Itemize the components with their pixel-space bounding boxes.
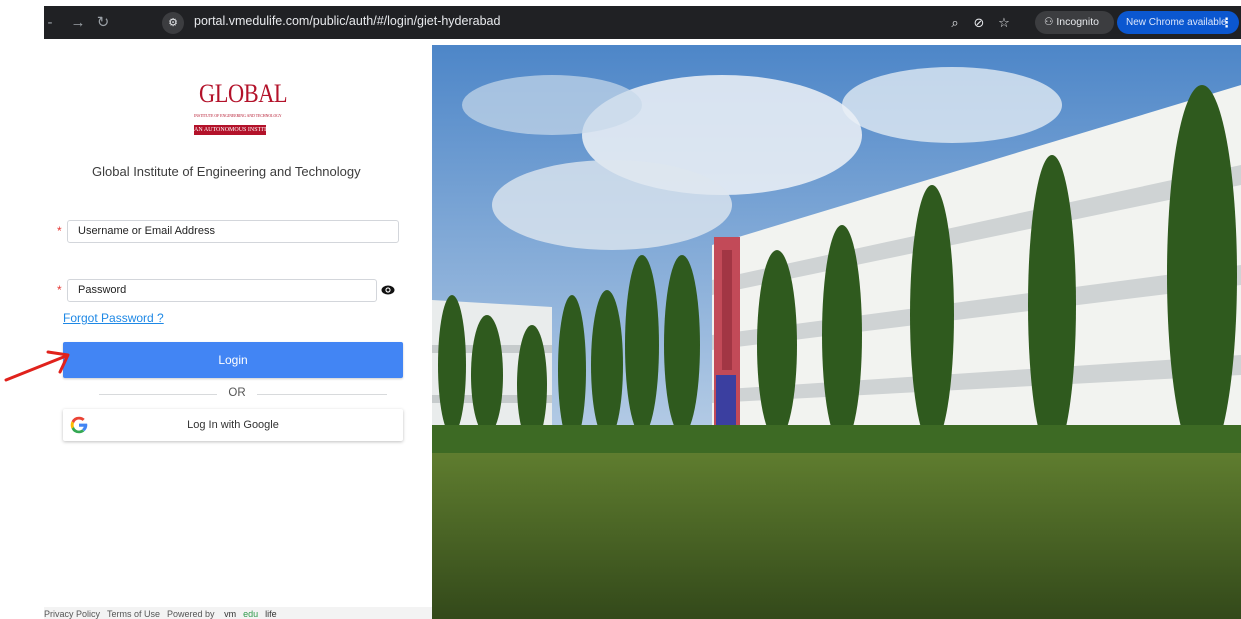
show-password-icon[interactable] (381, 284, 395, 296)
powered-by-label: Powered by (167, 609, 215, 619)
incognito-label: Incognito (1056, 16, 1099, 28)
incognito-icon: ⚇ (1044, 16, 1054, 28)
institution-name: Global Institute of Engineering and Tech… (92, 164, 361, 179)
update-label: New Chrome available (1126, 17, 1227, 28)
back-arrow-icon[interactable]: - (40, 13, 60, 33)
or-separator: OR (228, 387, 246, 399)
forgot-password-link[interactable]: Forgot Password ? (63, 311, 164, 325)
logo-word: GLOBAL (199, 79, 288, 108)
google-login-button[interactable]: Log In with Google (63, 409, 403, 441)
logo-subtitle: INSTITUTE OF ENGINEERING AND TECHNOLOGY (194, 114, 282, 118)
login-panel: GLOBAL INSTITUTE OF ENGINEERING AND TECH… (44, 45, 432, 619)
eye-off-icon[interactable]: ⊘ (970, 14, 988, 32)
divider-left (99, 394, 217, 395)
terms-of-use-link[interactable]: Terms of Use (107, 609, 160, 619)
brand-part-b: edu (243, 609, 259, 619)
divider-right (257, 394, 387, 395)
url-text[interactable]: portal.vmedulife.com/public/auth/#/login… (194, 14, 500, 28)
campus-photo (432, 45, 1241, 619)
brand-part-c: life (265, 609, 277, 619)
browser-toolbar: - → ↻ ⚙ portal.vmedulife.com/public/auth… (0, 0, 1241, 45)
institution-logo: GLOBAL INSTITUTE OF ENGINEERING AND TECH… (194, 78, 288, 148)
more-vert-icon[interactable]: ⋮ (1220, 11, 1233, 34)
annotation-arrow (4, 350, 70, 382)
username-field[interactable]: Username or Email Address (67, 220, 399, 243)
zoom-icon[interactable]: ⌕ (946, 14, 964, 32)
privacy-policy-link[interactable]: Privacy Policy (44, 609, 100, 619)
brand-part-a: vm (224, 609, 237, 619)
required-marker: * (57, 224, 62, 238)
chrome-update-button[interactable]: New Chrome available ⋮ (1117, 11, 1239, 34)
google-login-label: Log In with Google (187, 419, 279, 431)
star-icon[interactable]: ☆ (995, 14, 1013, 32)
forward-arrow-icon[interactable]: → (68, 13, 88, 33)
logo-band: AN AUTONOMOUS INSTITUTION (194, 125, 286, 135)
password-field[interactable]: Password (67, 279, 377, 302)
required-marker: * (57, 283, 62, 297)
incognito-indicator[interactable]: ⚇ Incognito (1035, 11, 1114, 34)
login-button[interactable]: Login (63, 342, 403, 378)
reload-icon[interactable]: ↻ (93, 13, 113, 33)
powered-by-text: Powered by vm edu life (167, 609, 284, 619)
site-settings-icon[interactable]: ⚙ (162, 12, 184, 34)
address-bar[interactable]: ⚙ portal.vmedulife.com/public/auth/#/log… (162, 10, 982, 35)
browser-toolbar-bar: - → ↻ ⚙ portal.vmedulife.com/public/auth… (44, 6, 1241, 39)
footer: Privacy Policy Terms of Use Powered by vm e… (44, 607, 432, 619)
